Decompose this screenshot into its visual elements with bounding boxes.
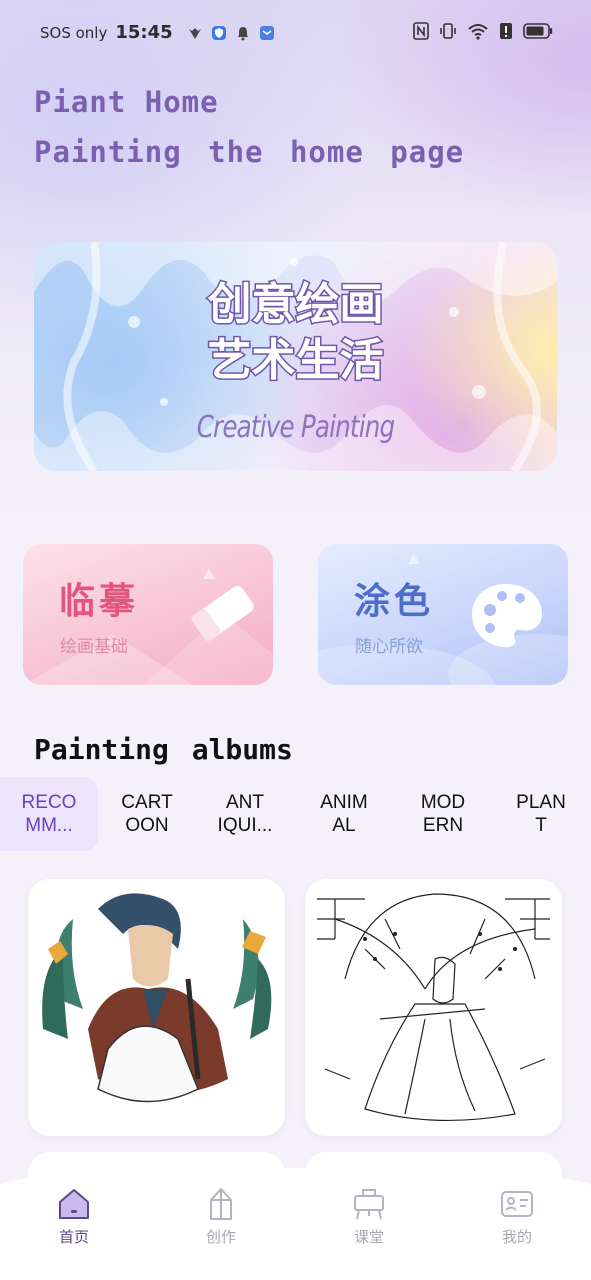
albums-title: Painting albums [34,733,293,766]
nfc-icon [413,22,429,40]
tab-label: MOD ERN [420,792,466,836]
tracing-card[interactable]: 临摹 绘画基础 [23,544,273,685]
battery-icon [523,23,553,39]
painting-thumbnail[interactable] [28,879,285,1136]
painting-thumbnail[interactable] [305,879,562,1136]
tab-label: PLAN T [516,792,566,836]
lineart-illustration [317,893,550,1121]
eraser-icon [191,585,254,641]
nav-profile[interactable]: 我的 [477,1186,557,1247]
bottom-navigation: 首页 创作 课堂 我的 [0,1168,591,1280]
tracing-subtitle: 绘画基础 [60,637,128,657]
home-icon [59,1189,89,1219]
app-notification-icon [188,27,201,39]
page-subtitle: Painting the home page [34,135,465,169]
tab-label: ANT IQUI... [217,792,273,836]
tab-plant[interactable]: PLAN T [492,777,590,851]
album-category-tabs: RECO MM... CART OON ANT IQUI... ANIM AL … [0,777,591,851]
clock: 15:45 [115,22,173,43]
wifi-icon [468,24,488,40]
tracing-title: 临摹 [59,581,140,622]
app-title: Piant Home [34,85,219,119]
tab-animal[interactable]: ANIM AL [295,777,393,851]
nav-classroom-label: 课堂 [353,1228,384,1246]
banner-subtitle: Creative Painting [196,410,395,445]
banner-title-line2: 艺术生活 [206,334,385,387]
tab-label: CART OON [121,792,173,836]
nav-home[interactable]: 首页 [34,1186,114,1247]
carrier-label: SOS only [40,23,108,42]
nav-classroom[interactable]: 课堂 [329,1186,409,1247]
alert-icon [500,23,512,39]
shield-icon [211,25,226,40]
creative-painting-banner[interactable]: 创意绘画 艺术生活 Creative Painting [34,242,557,471]
warrior-illustration [42,893,272,1103]
tab-antique[interactable]: ANT IQUI... [196,777,294,851]
nav-create[interactable]: 创作 [181,1186,261,1247]
coloring-title: 涂色 [354,581,435,622]
pencil-icon [210,1188,232,1220]
nav-create-label: 创作 [205,1228,236,1246]
tab-label: ANIM AL [320,792,368,836]
tab-recommend[interactable]: RECO MM... [0,777,98,851]
coloring-subtitle: 随心所欲 [355,637,423,657]
vibrate-icon [440,23,456,39]
page-header: Piant Home Painting the home page [34,84,464,170]
banner-title-line1: 创意绘画 [206,278,385,331]
tab-cartoon[interactable]: CART OON [98,777,196,851]
nav-home-label: 首页 [58,1228,89,1246]
coloring-card[interactable]: 涂色 随心所欲 [318,544,568,685]
profile-card-icon [501,1191,533,1217]
mail-app-icon [259,25,274,40]
status-bar: SOS only 15:45 [0,0,591,66]
tab-modern[interactable]: MOD ERN [394,777,492,851]
bell-icon [237,26,248,40]
nav-profile-label: 我的 [501,1228,532,1246]
tab-label: RECO MM... [21,792,77,836]
easel-icon [354,1189,384,1220]
palette-icon [472,584,542,648]
